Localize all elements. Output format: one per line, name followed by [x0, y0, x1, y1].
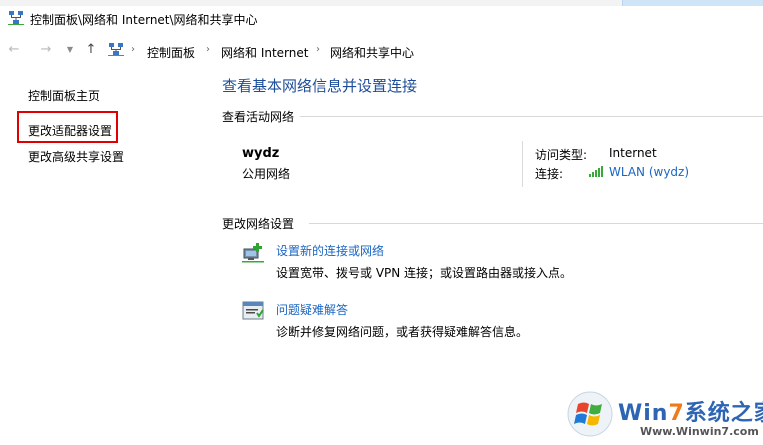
change-settings-label: 更改网络设置 [222, 217, 295, 231]
breadcrumb-separator[interactable]: › [206, 44, 210, 55]
breadcrumb-network-sharing-center[interactable]: 网络和共享中心 [330, 44, 414, 61]
active-networks-label: 查看活动网络 [222, 110, 295, 124]
window-title: 控制面板\网络和 Internet\网络和共享中心 [30, 13, 258, 27]
network-name: wydz [242, 146, 280, 161]
setup-new-connection-desc: 设置宽带、拨号或 VPN 连接；或设置路由器或接入点。 [276, 266, 573, 280]
new-connection-icon [242, 243, 264, 263]
access-type-label: 访问类型: [535, 148, 588, 162]
watermark-system-home: 系统之家 [684, 401, 763, 426]
troubleshoot-link[interactable]: 问题疑难解答 [276, 301, 348, 318]
breadcrumb-network-internet[interactable]: 网络和 Internet [221, 44, 308, 61]
forward-arrow-icon[interactable]: → [38, 42, 54, 58]
back-arrow-icon[interactable]: ← [6, 42, 22, 58]
setup-new-connection-link[interactable]: 设置新的连接或网络 [276, 242, 384, 259]
section-divider [300, 116, 763, 117]
breadcrumb-separator: › [131, 44, 135, 55]
watermark-title: Win7系统之家 [618, 395, 763, 427]
sidebar-item-advanced-sharing-settings[interactable]: 更改高级共享设置 [28, 148, 124, 165]
watermark-win: Win [618, 401, 669, 426]
breadcrumb-control-panel[interactable]: 控制面板 [147, 44, 195, 61]
page-title: 查看基本网络信息并设置连接 [222, 77, 418, 95]
watermark-url: Www.Winwin7.com [640, 425, 759, 438]
wifi-signal-icon [589, 166, 603, 177]
connection-label: 连接: [535, 167, 564, 181]
up-arrow-icon[interactable]: ↑ [83, 42, 99, 58]
section-divider [309, 223, 763, 224]
chevron-down-icon[interactable]: ▼ [62, 42, 78, 58]
highlight-box [17, 111, 118, 143]
wlan-connection-link[interactable]: WLAN (wydz) [609, 165, 689, 179]
vertical-divider [522, 141, 523, 187]
network-center-icon [108, 43, 124, 56]
troubleshoot-desc: 诊断并修复网络问题，或者获得疑难解答信息。 [276, 325, 529, 339]
network-type[interactable]: 公用网络 [242, 165, 290, 182]
windows-logo-icon [567, 391, 613, 437]
access-type-value: Internet [609, 146, 657, 160]
sidebar-item-control-panel-home[interactable]: 控制面板主页 [28, 87, 100, 104]
network-center-icon [8, 11, 24, 25]
breadcrumb-separator[interactable]: › [316, 44, 320, 55]
watermark-seven: 7 [668, 401, 685, 426]
troubleshoot-icon [242, 301, 264, 320]
